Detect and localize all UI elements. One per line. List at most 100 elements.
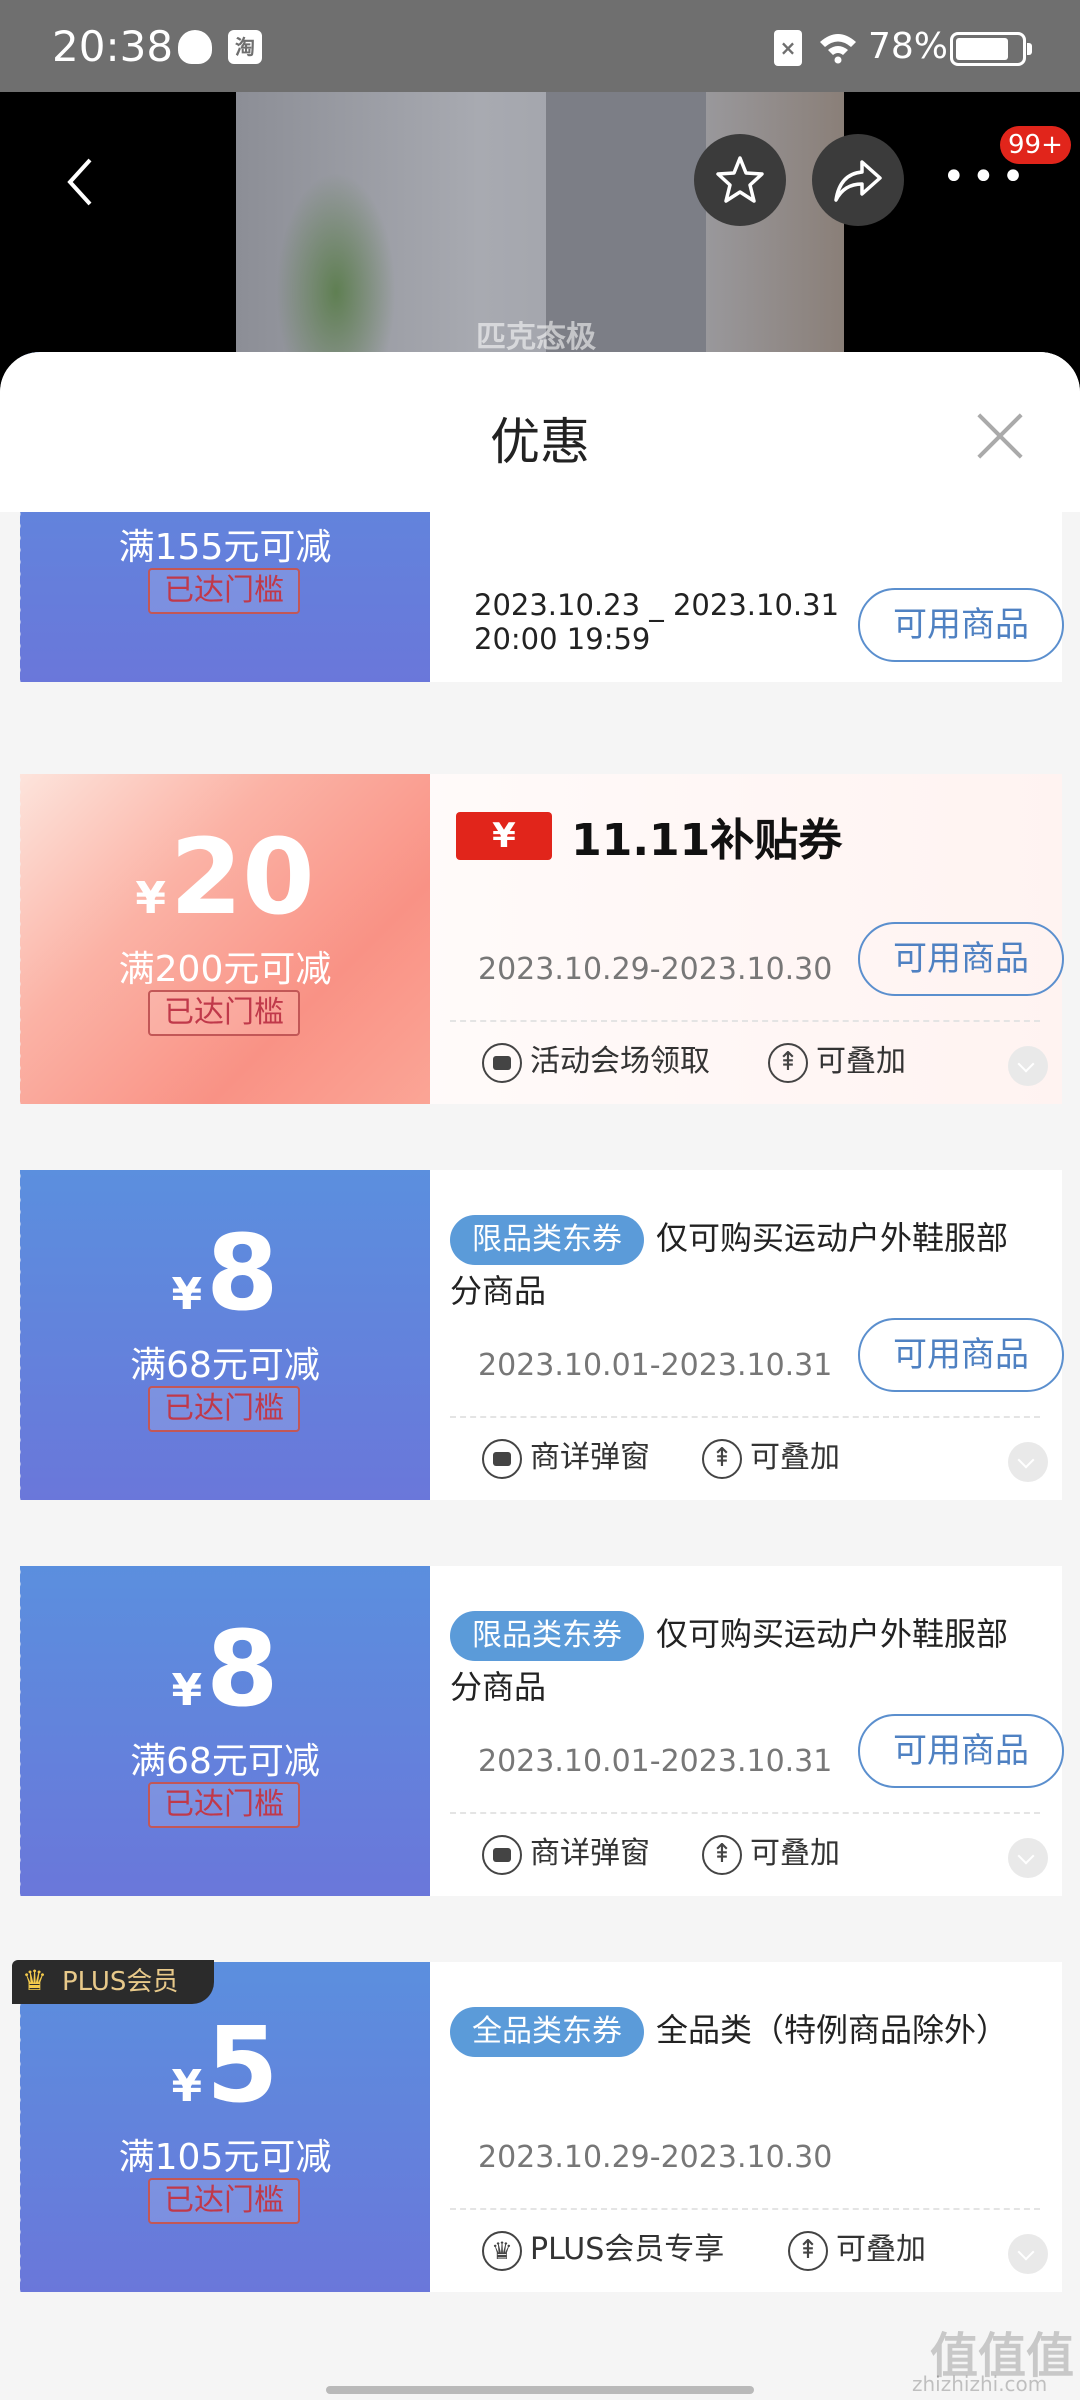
crown-icon: ♛ xyxy=(22,1964,48,1997)
available-products-button[interactable]: 可用商品 xyxy=(858,588,1064,662)
coupon-date-line1: 2023.10.23 _ 2023.10.31 xyxy=(474,588,840,622)
plus-member-badge: ♛ PLUS会员 xyxy=(12,1960,214,2004)
wifi-icon xyxy=(820,34,856,64)
stack-icon xyxy=(702,1438,742,1479)
divider xyxy=(450,1416,1040,1418)
expand-chevron-icon[interactable] xyxy=(1008,1838,1048,1878)
site-watermark-url: zhizhizhi.com xyxy=(912,2372,1048,2396)
promo-logo: ¥ 11.11补贴券 xyxy=(456,804,842,866)
share-button[interactable] xyxy=(812,134,904,226)
divider xyxy=(450,2208,1040,2210)
close-icon[interactable] xyxy=(976,412,1024,460)
favorite-button[interactable] xyxy=(694,134,786,226)
coupon-condition: 满105元可减 xyxy=(118,2137,332,2178)
currency-symbol: ¥ xyxy=(135,873,166,924)
coupon-source: 商详弹窗 xyxy=(482,1834,650,1875)
coupon-condition: 满200元可减 xyxy=(118,949,332,990)
coupon-source-label: 商详弹窗 xyxy=(530,1440,650,1475)
stackable-label: 可叠加 xyxy=(836,2232,926,2267)
threshold-reached-label: 已达门槛 xyxy=(148,568,300,614)
product-header: 匹克态极 ••• 99+ xyxy=(0,92,1080,382)
promo-logo-mark: ¥ xyxy=(456,812,552,860)
coupon-value-panel: ¥5 满105元可减 已达门槛 xyxy=(16,1962,430,2292)
coupon-description: 全品类东券 全品类（特例商品除外） xyxy=(450,2004,1010,2057)
status-bar: 20:38 淘 × 78% xyxy=(0,0,1080,92)
divider xyxy=(450,1020,1040,1022)
coupon-date-line2: 20:00 19:59 xyxy=(474,622,651,656)
coupon-source-label: 活动会场领取 xyxy=(530,1044,710,1079)
home-indicator[interactable] xyxy=(326,2386,754,2394)
coupon-value-panel: ¥8 满68元可减 已达门槛 xyxy=(16,1566,430,1896)
coupon-source: 活动会场领取 xyxy=(482,1042,710,1083)
available-products-button[interactable]: 可用商品 xyxy=(858,1318,1064,1392)
coupon-date-range: 2023.10.01-2023.10.31 xyxy=(478,1744,833,1779)
battery-icon xyxy=(950,32,1032,66)
sim-icon: × xyxy=(774,30,802,66)
stack-icon xyxy=(768,1042,808,1083)
coupon-info-panel: 全品类东券全品类（特例商品除外） 2023.10.29-2023.10.30 P… xyxy=(430,1962,1062,2292)
currency-symbol: ¥ xyxy=(171,1665,203,1716)
stackable-info: 可叠加 xyxy=(702,1834,840,1875)
stackable-info: 可叠加 xyxy=(768,1042,906,1083)
available-products-button[interactable]: 可用商品 xyxy=(858,1714,1064,1788)
coupon-type-tag: 限品类东券 xyxy=(450,1611,644,1661)
threshold-reached-label: 已达门槛 xyxy=(148,1782,300,1828)
coupon-date-range: 2023.10.01-2023.10.31 xyxy=(478,1348,833,1383)
coupon-card: ¥8 满68元可减 已达门槛 限品类东券 仅可购买运动户外鞋服部分商品 2023.… xyxy=(16,1566,1064,1896)
coupon-amount-value: 8 xyxy=(206,1608,279,1730)
coupon-value-panel: ¥20 满200元可减 已达门槛 xyxy=(16,774,430,1104)
plus-member-badge-label: PLUS会员 xyxy=(62,1967,179,1997)
coupon-amount-value: 20 xyxy=(169,816,315,938)
more-menu-icon[interactable]: ••• xyxy=(942,154,1025,204)
coupon-date-range: 2023.10.29-2023.10.30 xyxy=(478,952,833,987)
back-icon[interactable] xyxy=(58,152,102,212)
stackable-info: 可叠加 xyxy=(788,2230,926,2271)
coupon-description: 限品类东券 仅可购买运动户外鞋服部分商品 xyxy=(450,1212,1010,1317)
coupon-scope-text: 全品类（特例商品除外） xyxy=(656,2011,1009,2049)
battery-level: 78% xyxy=(868,26,949,67)
divider xyxy=(450,1812,1040,1814)
expand-chevron-icon[interactable] xyxy=(1008,2234,1048,2274)
share-icon xyxy=(834,160,882,202)
coupon-date-range: 2023.10.29-2023.10.30 xyxy=(478,2140,833,2175)
coupon-card: ¥5 满105元可减 已达门槛 全品类东券 全品类（特例商品除外） 2023.10… xyxy=(16,1962,1062,2292)
coupon-info-panel: 限品类东券 仅可购买运动户外鞋服部分商品 2023.10.01-2023.10.3… xyxy=(430,1170,1064,1500)
stackable-label: 可叠加 xyxy=(750,1440,840,1475)
threshold-reached-label: 已达门槛 xyxy=(148,990,300,1036)
ticket-icon xyxy=(482,1834,522,1875)
coupon-type-tag: 限品类东券 xyxy=(450,1215,644,1265)
coupon-date-range: 2023.10.23 _ 2023.10.31 20:00 19:59 xyxy=(474,588,839,656)
coupon-type-tag: 全品类东券 xyxy=(450,2007,644,2057)
coupon-source: 商详弹窗 xyxy=(482,1438,650,1479)
message-count-badge: 99+ xyxy=(1000,126,1071,164)
coupon-condition: 满68元可减 xyxy=(130,1345,320,1386)
coupon-info-panel: ¥ 11.11补贴券 2023.10.29-2023.10.30 可用商品 活动… xyxy=(430,774,1064,1104)
expand-chevron-icon[interactable] xyxy=(1008,1046,1048,1086)
crown-icon xyxy=(482,2230,522,2271)
coupon-condition: 满68元可减 xyxy=(130,1741,320,1782)
product-brand-watermark: 匹克态极 xyxy=(476,320,596,355)
currency-symbol: ¥ xyxy=(171,2061,203,2112)
available-products-button[interactable]: 可用商品 xyxy=(858,922,1064,996)
taobao-icon: 淘 xyxy=(228,30,262,64)
coupon-amount: ¥5 xyxy=(20,2010,430,2142)
coupon-info-panel: 限品类东券 仅可购买运动户外鞋服部分商品 2023.10.01-2023.10.3… xyxy=(430,1566,1064,1896)
coupon-source: PLUS会员专享 xyxy=(482,2230,724,2271)
stack-icon xyxy=(702,1834,742,1875)
stack-icon xyxy=(788,2230,828,2271)
currency-symbol: ¥ xyxy=(171,1269,203,1320)
coupon-amount-value: 8 xyxy=(206,1212,279,1334)
qq-icon xyxy=(178,30,212,64)
coupon-sheet: 优惠 满155元可减 已达门槛 2023.10.23 _ 2023.10.31 … xyxy=(0,352,1080,2400)
coupon-amount: ¥20 xyxy=(20,822,430,954)
stackable-label: 可叠加 xyxy=(750,1836,840,1871)
stackable-label: 可叠加 xyxy=(816,1044,906,1079)
plant-image xyxy=(276,172,396,372)
threshold-reached-label: 已达门槛 xyxy=(148,2178,300,2224)
coupon-amount: ¥8 xyxy=(20,1218,430,1350)
coupon-source-label: PLUS会员专享 xyxy=(530,2232,725,2267)
coupon-amount: ¥8 xyxy=(20,1614,430,1746)
star-icon xyxy=(716,156,764,203)
expand-chevron-icon[interactable] xyxy=(1008,1442,1048,1482)
coupon-value-panel: ¥8 满68元可减 已达门槛 xyxy=(16,1170,430,1500)
